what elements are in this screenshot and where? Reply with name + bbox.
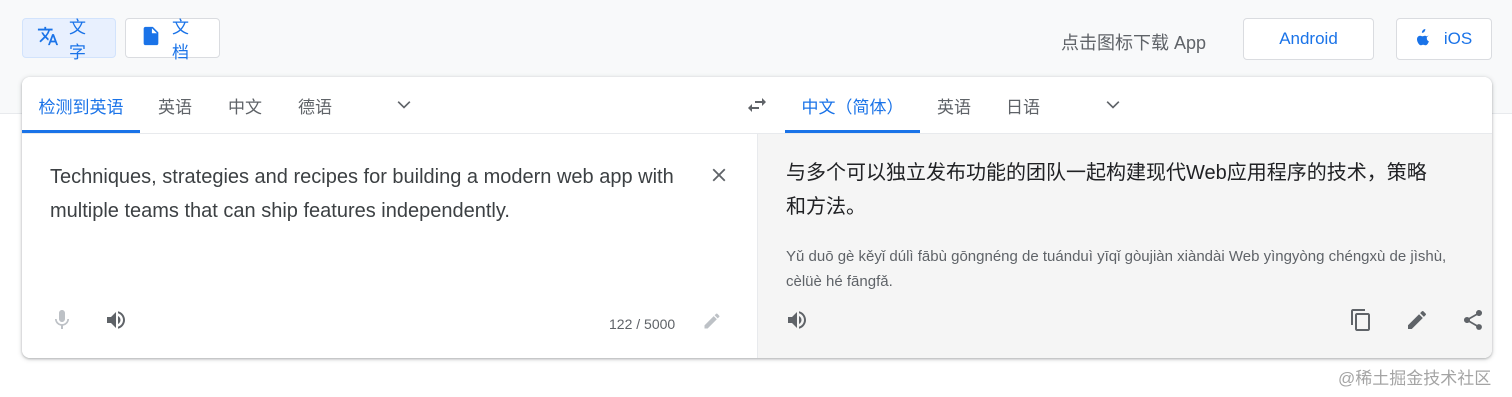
tab-label: 日语	[1006, 97, 1040, 117]
mic-icon[interactable]	[50, 308, 74, 332]
target-pane: 与多个可以独立发布功能的团队一起构建现代Web应用程序的技术，策略和方法。 Yǔ…	[757, 134, 1492, 358]
text-mode-button[interactable]: 文字	[22, 18, 116, 62]
share-icon[interactable]	[1461, 308, 1485, 332]
pencil-icon	[704, 313, 720, 329]
tab-label: 检测到英语	[38, 97, 124, 117]
tab-source-german[interactable]: 德语	[280, 77, 350, 133]
language-bar: 检测到英语 英语 中文 德语 中文（简体） 英语 日语	[22, 77, 1492, 134]
tab-detect-language[interactable]: 检测到英语	[22, 77, 140, 133]
chevron-down-icon[interactable]	[394, 95, 414, 115]
ios-label: iOS	[1443, 29, 1473, 48]
tab-target-english[interactable]: 英语	[920, 77, 988, 133]
speaker-icon[interactable]	[785, 308, 809, 332]
romanization-text: Yǔ duō gè kěyǐ dúlì fābù gōngnéng de tuá…	[786, 248, 1447, 290]
tab-label: 英语	[937, 97, 971, 117]
tab-target-chinese-simplified[interactable]: 中文（简体）	[785, 77, 920, 133]
tab-label: 德语	[298, 97, 332, 117]
document-mode-button[interactable]: 文档	[125, 18, 220, 62]
copy-icon[interactable]	[1349, 308, 1373, 332]
tab-label: 中文	[228, 97, 262, 117]
document-mode-label: 文档	[172, 18, 189, 62]
text-mode-label: 文字	[69, 18, 86, 62]
tab-source-english[interactable]: 英语	[140, 77, 210, 133]
translation-card: 检测到英语 英语 中文 德语 中文（简体） 英语 日语 Techniques, …	[22, 77, 1492, 358]
translate-icon	[37, 25, 59, 52]
translation-output: 与多个可以独立发布功能的团队一起构建现代Web应用程序的技术，策略和方法。	[786, 162, 1427, 218]
character-counter: 122 / 5000	[609, 316, 676, 332]
swap-icon[interactable]	[745, 94, 769, 116]
apple-icon	[1416, 28, 1432, 51]
chevron-down-icon[interactable]	[1103, 95, 1123, 115]
tab-label: 中文（简体）	[801, 97, 904, 117]
speaker-icon[interactable]	[104, 308, 128, 332]
tab-label: 英语	[158, 97, 192, 117]
close-icon[interactable]	[708, 164, 730, 186]
app-download-label: 点击图标下载 App	[1061, 33, 1207, 53]
tab-target-japanese[interactable]: 日语	[988, 77, 1058, 133]
tab-source-chinese[interactable]: 中文	[210, 77, 280, 133]
ios-button[interactable]: iOS	[1396, 18, 1492, 60]
source-pane: Techniques, strategies and recipes for b…	[22, 134, 757, 358]
document-icon	[140, 25, 162, 52]
android-label: Android	[1279, 29, 1338, 48]
android-button[interactable]: Android	[1243, 18, 1374, 60]
pencil-icon[interactable]	[1405, 308, 1429, 332]
watermark: @稀土掘金技术社区	[1338, 369, 1492, 388]
source-text-input[interactable]: Techniques, strategies and recipes for b…	[50, 160, 680, 228]
